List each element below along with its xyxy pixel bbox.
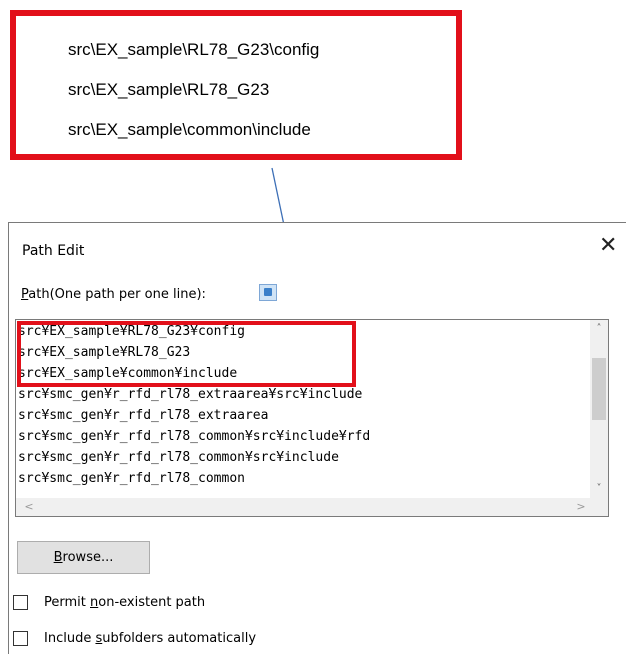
browse-button[interactable]: Browse... (17, 541, 150, 574)
include-subfolders-checkbox[interactable] (13, 631, 28, 646)
browse-label: rowse... (62, 550, 114, 565)
dialog-title: Path Edit (22, 243, 85, 259)
label-rest: on-existent path (98, 595, 206, 610)
scroll-down-icon[interactable]: ˅ (590, 480, 608, 498)
path-row[interactable]: src¥EX_sample¥RL78_G23¥config (18, 321, 590, 342)
path-list: src¥EX_sample¥RL78_G23¥config src¥EX_sam… (18, 321, 590, 489)
path-row[interactable]: src¥EX_sample¥common¥include (18, 363, 590, 384)
label-rest: ubfolders automatically (102, 631, 257, 646)
permit-nonexistent-checkbox[interactable] (13, 595, 28, 610)
path-row[interactable]: src¥smc_gen¥r_rfd_rl78_common (18, 468, 590, 489)
path-row[interactable]: src¥smc_gen¥r_rfd_rl78_common¥src¥includ… (18, 447, 590, 468)
browse-mnemonic: B (53, 550, 63, 565)
label-prefix: Include (44, 631, 96, 646)
path-row[interactable]: src¥EX_sample¥RL78_G23 (18, 342, 590, 363)
scroll-right-icon[interactable]: > (572, 498, 590, 516)
callout-line: src\EX_sample\common\include (68, 120, 311, 139)
scrollbar-corner (590, 498, 608, 516)
callout-line: src\EX_sample\RL78_G23 (68, 80, 270, 99)
path-row[interactable]: src¥smc_gen¥r_rfd_rl78_common¥src¥includ… (18, 426, 590, 447)
path-row[interactable]: src¥smc_gen¥r_rfd_rl78_extraarea¥src¥inc… (18, 384, 590, 405)
vertical-scroll-thumb[interactable] (592, 358, 606, 420)
path-label-text: ath(One path per one line): (28, 287, 206, 302)
include-subfolders-label[interactable]: Include subfolders automatically (44, 631, 256, 646)
horizontal-scrollbar[interactable]: < > (16, 498, 592, 516)
callout-box: src\EX_sample\RL78_G23\config src\EX_sam… (10, 10, 462, 160)
label-mnemonic: n (90, 595, 99, 610)
path-row[interactable]: src¥smc_gen¥r_rfd_rl78_extraarea (18, 405, 590, 426)
path-label: Path(One path per one line): (21, 287, 206, 302)
info-icon[interactable] (259, 284, 277, 301)
label-prefix: Permit (44, 595, 90, 610)
path-textarea[interactable]: src¥EX_sample¥RL78_G23¥config src¥EX_sam… (15, 319, 609, 517)
callout-line: src\EX_sample\RL78_G23\config (68, 40, 320, 59)
close-icon[interactable]: ✕ (599, 235, 617, 257)
scroll-up-icon[interactable]: ˄ (590, 320, 608, 338)
vertical-scrollbar[interactable]: ˄ ˅ (590, 320, 608, 498)
scroll-left-icon[interactable]: < (20, 498, 38, 516)
permit-nonexistent-label[interactable]: Permit non-existent path (44, 595, 205, 610)
path-edit-dialog: Path Edit ✕ Path(One path per one line):… (8, 222, 626, 654)
